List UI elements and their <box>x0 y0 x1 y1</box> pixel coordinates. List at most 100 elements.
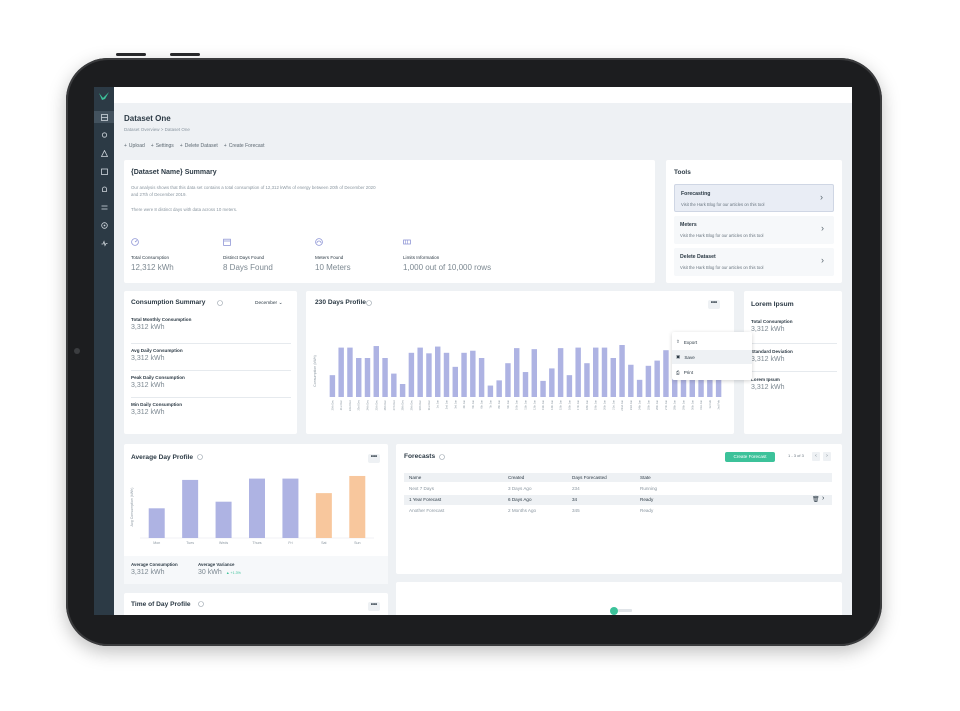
x-tick-label: 18th Jan <box>585 399 589 410</box>
summary-card: {Dataset Name} Summary Our analysis show… <box>124 160 655 283</box>
bar <box>540 380 546 397</box>
settings-button[interactable]: + Settings <box>151 143 174 149</box>
list-item: Avg Daily Consumption 3,312 kWh <box>131 348 183 362</box>
tool-forecasting[interactable]: Forecasting Visit the Hark Blog for our … <box>674 184 834 212</box>
create-forecast-action[interactable]: + Create Forecast <box>224 143 265 149</box>
stat-label: Meters Found <box>315 255 344 260</box>
trash-icon[interactable]: 🗑 <box>812 496 820 503</box>
lorem-card: Lorem Ipsum Total Consumption 3,312 kWh … <box>744 291 842 434</box>
x-tick-label: 3rd Jan <box>453 399 457 408</box>
table-row[interactable]: Another Forecast 2 Months Ago 345 Ready <box>404 506 832 516</box>
bar <box>315 493 332 538</box>
table-row[interactable]: 1 Year Forecast 6 Days Ago 34 Ready 🗑 › <box>404 495 832 505</box>
x-tick-label: 27th Jan <box>664 399 668 410</box>
list-item: Total Monthly Consumption 3,312 kWh <box>131 317 192 331</box>
bar <box>610 358 616 397</box>
help-icon[interactable] <box>198 601 204 607</box>
menu-item-export[interactable]: ⇧ Export <box>672 335 752 349</box>
menu-item-save[interactable]: ▣ Save <box>672 350 752 364</box>
column-header[interactable]: State <box>640 475 651 480</box>
consumption-summary-card: Consumption Summary December ⌄ Total Mon… <box>124 291 297 434</box>
variance-delta: ▲ +1.3% <box>226 571 241 575</box>
x-tick-label: 7th Jan <box>488 399 492 408</box>
bar <box>347 347 353 397</box>
bar <box>566 375 573 397</box>
tool-delete-dataset[interactable]: Delete Dataset Visit the Hark Blog for o… <box>674 248 834 276</box>
next-page-button[interactable]: › <box>823 452 831 461</box>
print-icon: ⎙ <box>676 369 680 375</box>
month-select[interactable]: December ⌄ <box>255 301 283 306</box>
column-header[interactable]: Created <box>508 475 524 480</box>
stat-meters-found: Meters Found 10 Meters <box>315 233 351 272</box>
warning-icon[interactable] <box>98 147 110 159</box>
bar <box>654 360 660 397</box>
time-of-day-card: Time of Day Profile ••• <box>124 593 388 615</box>
help-icon[interactable] <box>217 300 223 306</box>
time-of-day-title: Time of Day Profile <box>131 601 191 608</box>
x-tick-label: 21st Dec <box>339 399 343 410</box>
more-options-button[interactable]: ••• <box>368 602 380 611</box>
summary-line-1: Our analysis shows that this data set co… <box>131 185 376 190</box>
stat-value: 12,312 kWh <box>131 263 174 272</box>
x-tick-label: 10th Jan <box>515 399 519 410</box>
tool-title: Delete Dataset <box>680 254 716 260</box>
y-axis-label: Consumption (kWh) <box>313 355 317 387</box>
chevron-right-icon[interactable]: › <box>822 495 824 502</box>
list-item: Lorem Ipsum 3,312 kWh <box>751 377 785 391</box>
location-icon[interactable] <box>98 129 110 141</box>
x-tick-label: 21st Jan <box>611 399 615 409</box>
bar <box>557 348 564 397</box>
bell-icon[interactable] <box>98 183 110 195</box>
menu-item-print[interactable]: ⎙ Print <box>672 365 752 379</box>
dashboard-icon[interactable] <box>94 111 114 123</box>
x-tick-label: Mon <box>153 541 160 545</box>
forecasts-card: Forecasts Create Forecast 1 - 3 of 3 ‹ ›… <box>396 444 842 574</box>
column-header[interactable]: Days Forecasted <box>572 475 607 480</box>
marker-label <box>618 609 632 612</box>
x-tick-label: 29th Dec <box>409 399 413 410</box>
bar <box>636 379 643 397</box>
bar <box>575 347 581 397</box>
x-tick-label: 20th Jan <box>603 399 607 410</box>
stat-label: Distinct Days Found <box>223 255 265 260</box>
bar <box>356 358 362 397</box>
bar <box>452 366 458 397</box>
tool-title: Forecasting <box>681 191 711 197</box>
calendar-icon[interactable] <box>98 165 110 177</box>
bar <box>417 347 423 397</box>
create-forecast-button[interactable]: Create Forecast <box>725 452 775 462</box>
stat-distinct-days: Distinct Days Found 8 Days Found <box>223 233 273 272</box>
activity-icon[interactable] <box>98 237 110 249</box>
y-axis-label: Avg Consumption (kWh) <box>130 488 134 527</box>
x-tick-label: 8th Jan <box>497 399 501 408</box>
marker-icon[interactable] <box>610 607 618 615</box>
x-tick-label: 19th Jan <box>594 399 598 410</box>
upload-button[interactable]: + Upload <box>124 143 145 149</box>
table-row[interactable]: Next 7 Days 3 Days Ago 234 Running <box>404 484 832 494</box>
x-tick-label: 4th Jan <box>462 399 466 408</box>
sliders-icon[interactable] <box>98 201 110 213</box>
breadcrumb[interactable]: Dataset Overview > Dataset One <box>124 127 190 132</box>
chevron-right-icon: › <box>821 223 824 233</box>
stat-value: 1,000 out of 10,000 rows <box>403 263 492 272</box>
bar <box>435 346 441 397</box>
x-tick-label: 26th Jan <box>655 399 659 410</box>
x-tick-label: 6th Jan <box>480 399 484 408</box>
chevron-right-icon: › <box>821 255 824 265</box>
tool-meters[interactable]: Meters Visit the Hark Blog for our artic… <box>674 216 834 244</box>
x-tick-label: 25th Jan <box>646 399 650 410</box>
chevron-right-icon: › <box>820 192 823 202</box>
average-day-card: Average Day Profile ••• Avg Consumption … <box>124 444 388 584</box>
target-icon[interactable] <box>98 219 110 231</box>
consumption-title: Consumption Summary <box>131 299 206 306</box>
help-icon[interactable] <box>439 454 445 460</box>
sidebar <box>94 87 114 615</box>
delete-dataset-button[interactable]: + Delete Dataset <box>180 143 218 149</box>
prev-page-button[interactable]: ‹ <box>812 452 820 461</box>
column-header[interactable]: Name <box>409 475 421 480</box>
bar <box>487 385 494 397</box>
bar <box>470 350 476 397</box>
x-tick-label: 30th Dec <box>418 399 422 410</box>
x-tick-label: Sun <box>354 541 360 545</box>
x-tick-label: Tues <box>186 541 194 545</box>
